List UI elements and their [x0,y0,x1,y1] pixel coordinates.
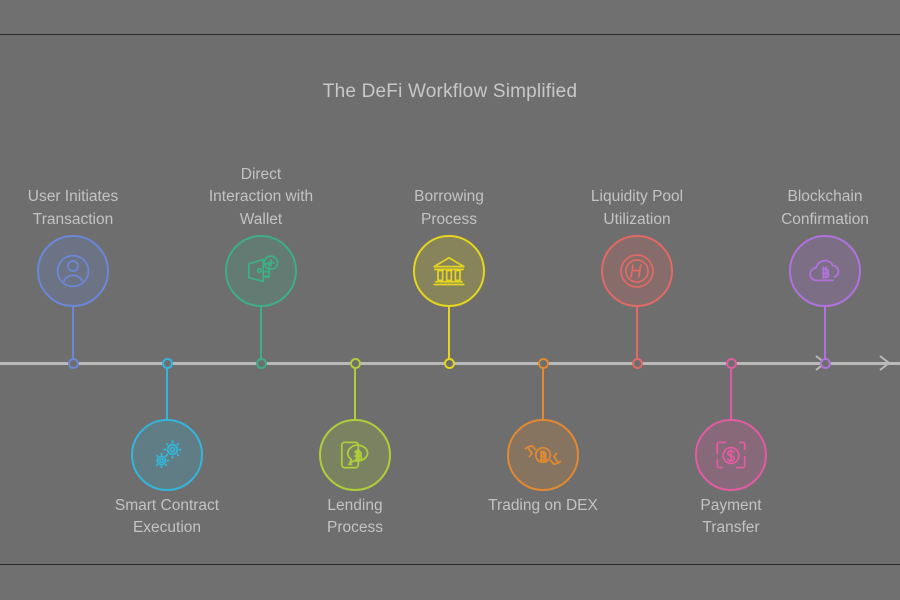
step-label: Trading on DEX [488,497,598,514]
phone-bitcoin-chat-icon [340,441,369,469]
step-connector-line [730,363,732,419]
phones-dollar-transfer-icon [716,441,746,469]
step-label: Smart Contract Execution [114,497,220,537]
step-icon-bubble[interactable] [413,235,485,307]
h-token-coin-icon [620,254,654,288]
step-label: Liquidity Pool Utilization [590,188,684,228]
step-axis-dot[interactable] [67,357,79,369]
step-connector-line [166,363,168,419]
page-title: The DeFi Workflow Simplified [322,81,578,102]
cloud-bitcoin-icon [809,259,840,282]
step-icon-bubble[interactable] [789,235,861,307]
step-icon-bubble[interactable] [507,419,579,491]
step-label: Blockchain Confirmation [781,188,869,228]
step-label: Borrowing Process [414,188,484,228]
step-axis-dot[interactable] [819,357,831,369]
page-top-band [0,0,900,34]
step-icon-bubble[interactable] [37,235,109,307]
step-icon-bubble[interactable] [695,419,767,491]
wallet-plus-icon [248,255,279,283]
step-connector-line [354,363,356,419]
hands-exchange-bitcoin-icon [524,444,562,466]
step-axis-dot[interactable] [161,357,173,369]
step-connector-line [72,307,74,363]
page-bottom-band [0,565,900,600]
step-label: Lending Process [327,497,383,537]
step-label: Payment Transfer [700,497,762,537]
step-connector-line [448,307,450,363]
step-label: Direct Interaction with Wallet [208,165,314,228]
step-connector-line [260,307,262,363]
step-connector-line [542,363,544,419]
bank-building-icon [433,256,465,286]
bottom-divider [0,564,900,565]
step-connector-line [636,307,638,363]
step-axis-dot[interactable] [537,357,549,369]
step-axis-dot[interactable] [631,357,643,369]
step-axis-dot[interactable] [725,357,737,369]
step-icon-bubble[interactable] [225,235,297,307]
step-connector-line [824,307,826,363]
step-label: User Initiates Transaction [27,188,119,228]
gears-icon [155,440,182,468]
user-avatar-icon [56,254,90,288]
step-axis-dot[interactable] [443,357,455,369]
step-axis-dot[interactable] [255,357,267,369]
step-icon-bubble[interactable] [131,419,203,491]
step-icon-bubble[interactable] [601,235,673,307]
step-axis-dot[interactable] [349,357,361,369]
step-icon-bubble[interactable] [319,419,391,491]
infographic-canvas: The DeFi Workflow Simplified User Initia… [0,0,900,600]
top-divider [0,34,900,35]
